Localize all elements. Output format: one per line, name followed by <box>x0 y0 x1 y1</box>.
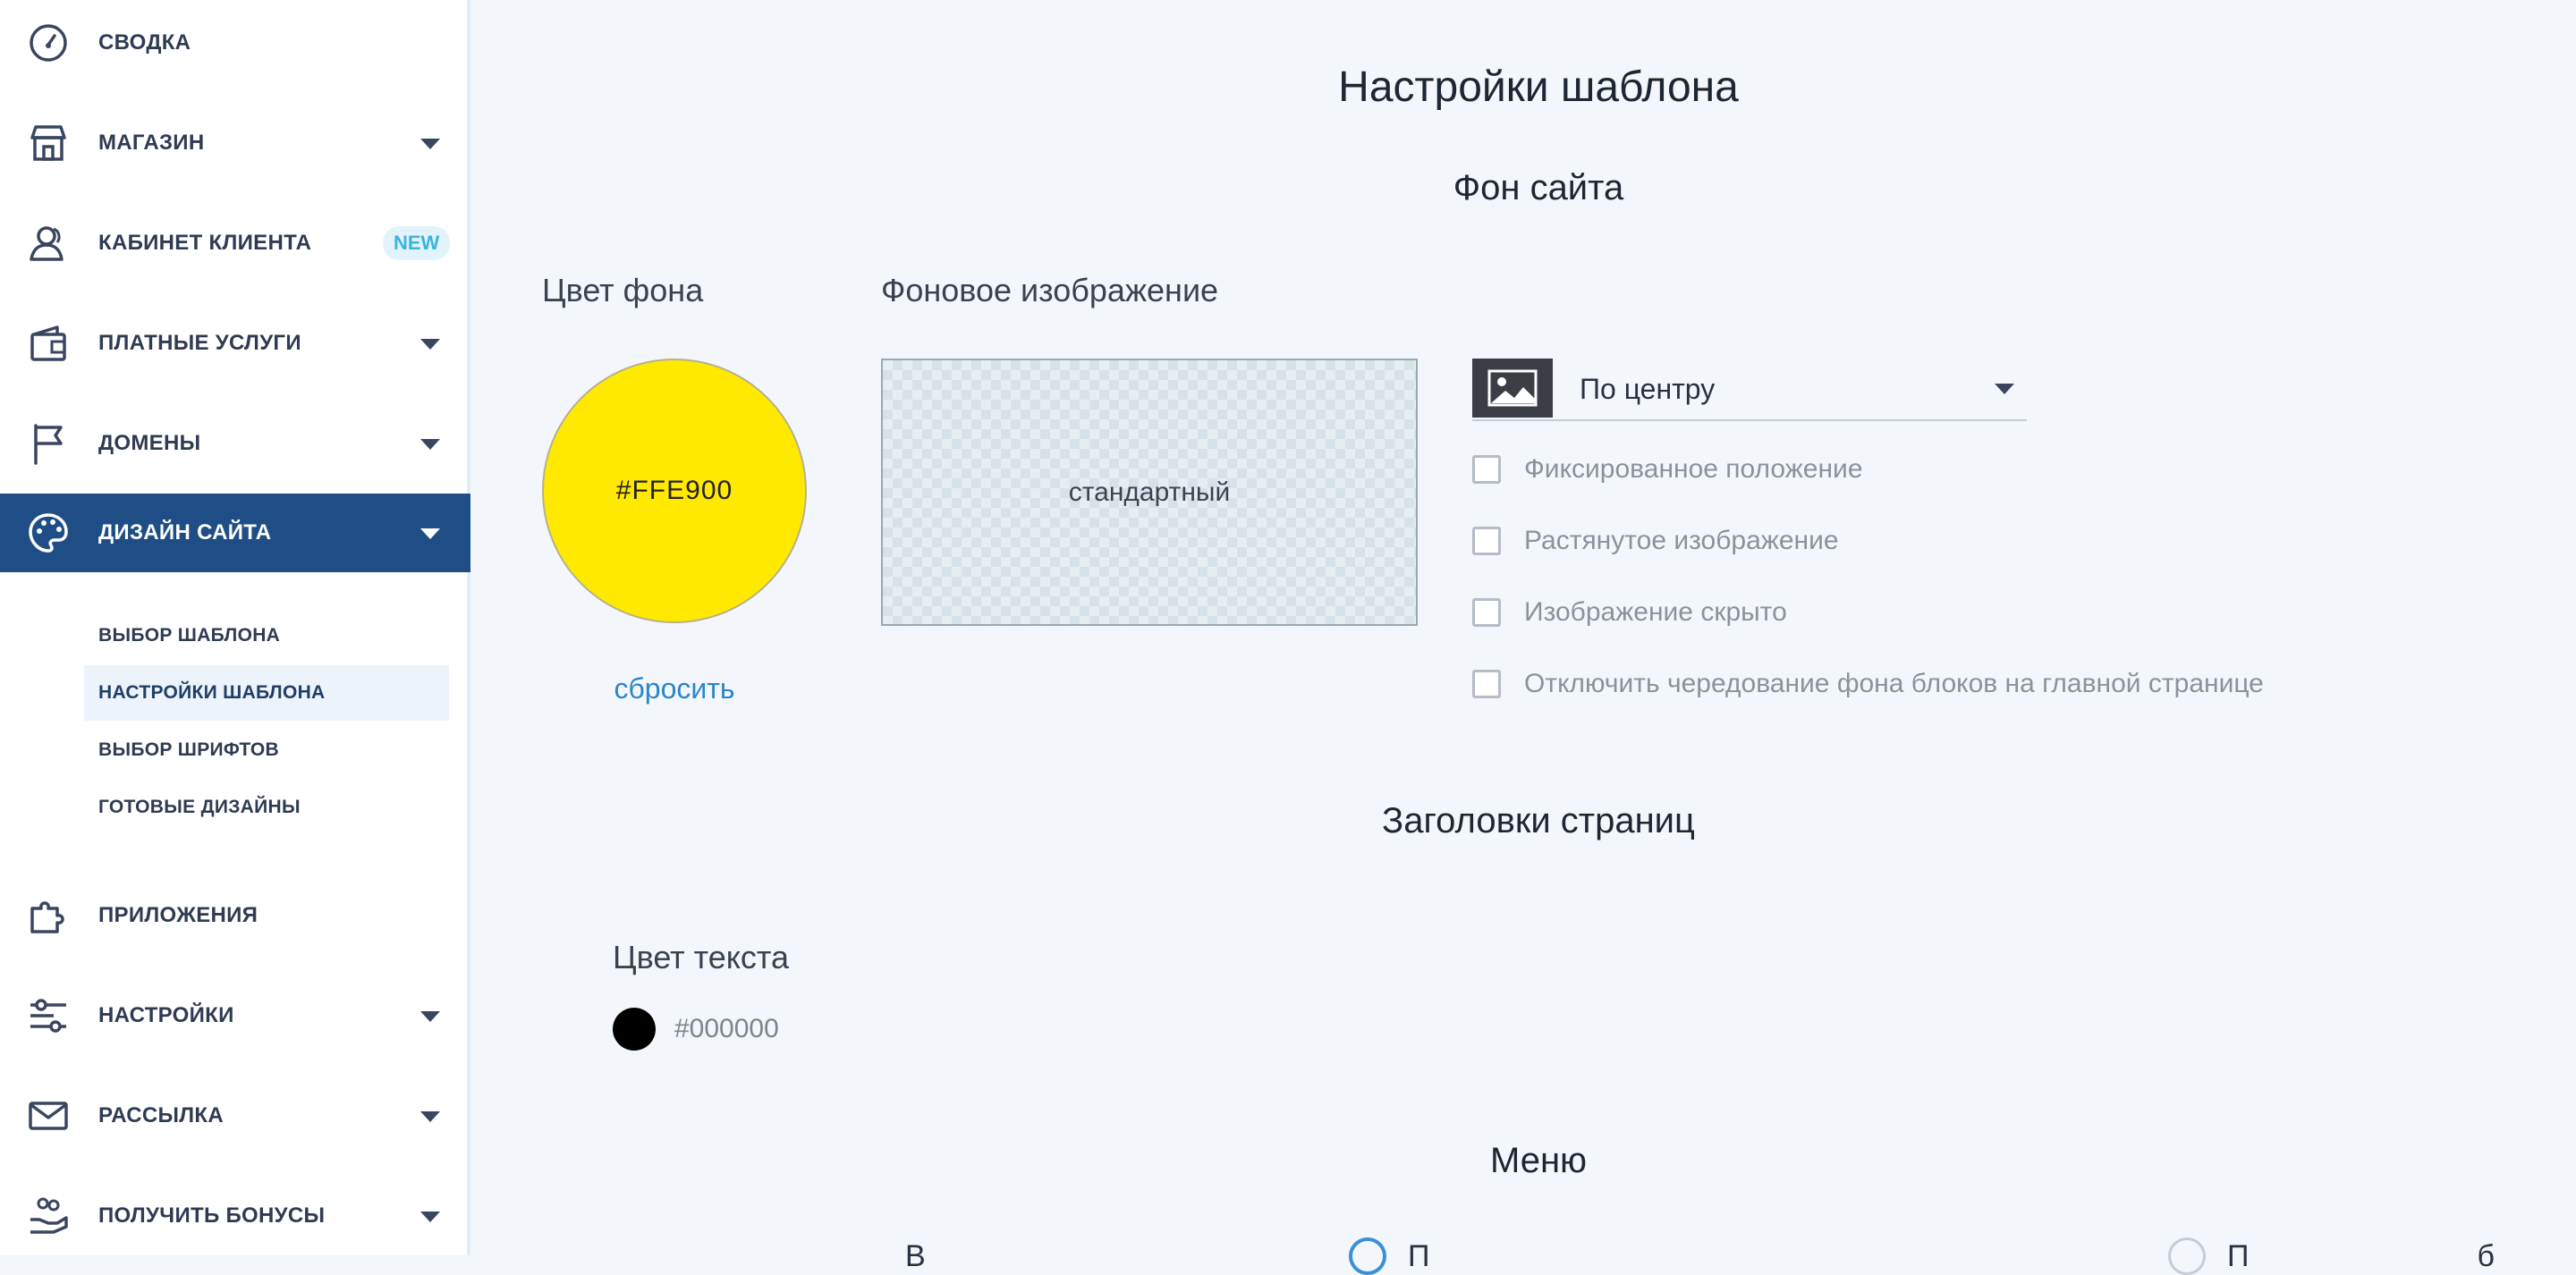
wallet-icon <box>27 322 70 365</box>
envelope-icon <box>27 1094 70 1137</box>
menu-radio-option-1[interactable] <box>1349 1237 1386 1275</box>
background-section-title: Фон сайта <box>1453 168 1624 207</box>
sidebar-item-store[interactable]: МАГАЗИН <box>0 104 470 182</box>
checkbox-fixed-position[interactable]: Фиксированное положение <box>1472 452 1863 487</box>
sidebar-item-mailing[interactable]: РАССЫЛКА <box>0 1077 470 1155</box>
chevron-down-icon[interactable] <box>420 1212 440 1222</box>
text-color-value: #000000 <box>674 1014 779 1043</box>
menu-radio-label: П <box>1408 1239 1430 1273</box>
menu-section-title: Меню <box>1489 1141 1588 1180</box>
bg-image-label: Фоновое изображение <box>881 272 1219 308</box>
menu-radio-label: П б <box>2227 1239 2495 1273</box>
menu-radio-option-2[interactable] <box>2168 1237 2206 1275</box>
sidebar-item-settings[interactable]: НАСТРОЙКИ <box>0 976 470 1055</box>
dashboard-gauge-icon <box>27 21 70 64</box>
sidebar-item-label: КАБИНЕТ КЛИЕНТА <box>98 231 312 255</box>
sidebar-item-label: НАСТРОЙКИ <box>98 1003 234 1027</box>
sidebar-item-apps[interactable]: ПРИЛОЖЕНИЯ <box>0 876 470 955</box>
gift-hand-icon <box>27 1195 70 1237</box>
sidebar-item-label: ПРИЛОЖЕНИЯ <box>98 903 258 927</box>
checkbox-box[interactable] <box>1472 598 1501 627</box>
sidebar-item-label: ДОМЕНЫ <box>98 431 201 455</box>
menu-option-label: В <box>905 1239 926 1273</box>
reset-color-link[interactable]: сбросить <box>542 672 807 705</box>
bg-position-select[interactable]: По центру <box>1472 359 2027 421</box>
checkbox-box[interactable] <box>1472 670 1501 698</box>
chevron-down-icon[interactable] <box>420 1111 440 1122</box>
chevron-down-icon <box>1995 384 2014 394</box>
checkbox-image-hidden[interactable]: Изображение скрыто <box>1472 595 1787 630</box>
sidebar-item-domains[interactable]: ДОМЕНЫ <box>0 404 470 483</box>
sidebar-item-label: СВОДКА <box>98 30 191 55</box>
sliders-icon <box>27 994 70 1037</box>
subitem-template-choice[interactable]: ВЫБОР ШАБЛОНА <box>84 608 449 663</box>
sidebar-item-label: ПЛАТНЫЕ УСЛУГИ <box>98 331 301 355</box>
bg-image-placeholder: стандартный <box>1068 477 1231 507</box>
chevron-down-icon[interactable] <box>420 1011 440 1022</box>
bg-color-picker[interactable]: #FFE900 <box>542 359 807 623</box>
palette-icon <box>27 511 70 554</box>
new-badge: NEW <box>383 226 451 260</box>
sidebar-item-summary[interactable]: СВОДКА <box>0 4 470 82</box>
sidebar-item-site-design[interactable]: ДИЗАЙН САЙТА <box>0 494 470 572</box>
sidebar-item-label: ДИЗАЙН САЙТА <box>98 520 272 545</box>
checkbox-box[interactable] <box>1472 527 1501 555</box>
bg-position-value: По центру <box>1580 373 1716 405</box>
sidebar-item-label: РАССЫЛКА <box>98 1103 225 1127</box>
flag-icon <box>27 422 70 465</box>
chevron-down-icon[interactable] <box>420 339 440 350</box>
sidebar-item-label: ПОЛУЧИТЬ БОНУСЫ <box>98 1203 326 1228</box>
sidebar-item-client-cabinet[interactable]: КАБИНЕТ КЛИЕНТА NEW <box>0 204 470 283</box>
text-color-swatch[interactable] <box>613 1008 656 1051</box>
checkbox-box[interactable] <box>1472 455 1501 484</box>
sidebar-item-bonuses[interactable]: ПОЛУЧИТЬ БОНУСЫ <box>0 1177 470 1255</box>
checkbox-disable-alternation[interactable]: Отключить чередование фона блоков на гла… <box>1472 666 2264 702</box>
puzzle-icon <box>27 894 70 937</box>
chevron-down-icon[interactable] <box>420 139 440 149</box>
subitem-ready-designs[interactable]: ГОТОВЫЕ ДИЗАЙНЫ <box>84 780 449 835</box>
user-account-icon <box>27 222 70 265</box>
bg-image-upload[interactable]: стандартный <box>881 359 1418 626</box>
sidebar-item-label: МАГАЗИН <box>98 131 205 155</box>
subitem-fonts-choice[interactable]: ВЫБОР ШРИФТОВ <box>84 722 449 778</box>
bg-color-label: Цвет фона <box>542 272 704 308</box>
checkbox-stretched-image[interactable]: Растянутое изображение <box>1472 523 1839 559</box>
main-content: Настройки шаблона Фон сайта Цвет фона #F… <box>474 0 2576 1275</box>
subitem-template-settings[interactable]: НАСТРОЙКИ ШАБЛОНА <box>84 665 449 721</box>
chevron-down-icon[interactable] <box>420 439 440 450</box>
bg-color-value: #FFE900 <box>615 476 733 505</box>
sidebar: СВОДКА МАГАЗИН КАБИНЕТ КЛИЕНТА NEW ПЛАТН… <box>0 0 470 1255</box>
headings-section-title: Заголовки страниц <box>1382 801 1695 840</box>
page-title: Настройки шаблона <box>1338 63 1739 111</box>
text-color-label: Цвет текста <box>613 939 790 975</box>
sidebar-item-paid-services[interactable]: ПЛАТНЫЕ УСЛУГИ <box>0 304 470 383</box>
store-icon <box>27 122 70 165</box>
chevron-down-icon[interactable] <box>420 528 440 539</box>
image-icon <box>1472 359 1553 418</box>
